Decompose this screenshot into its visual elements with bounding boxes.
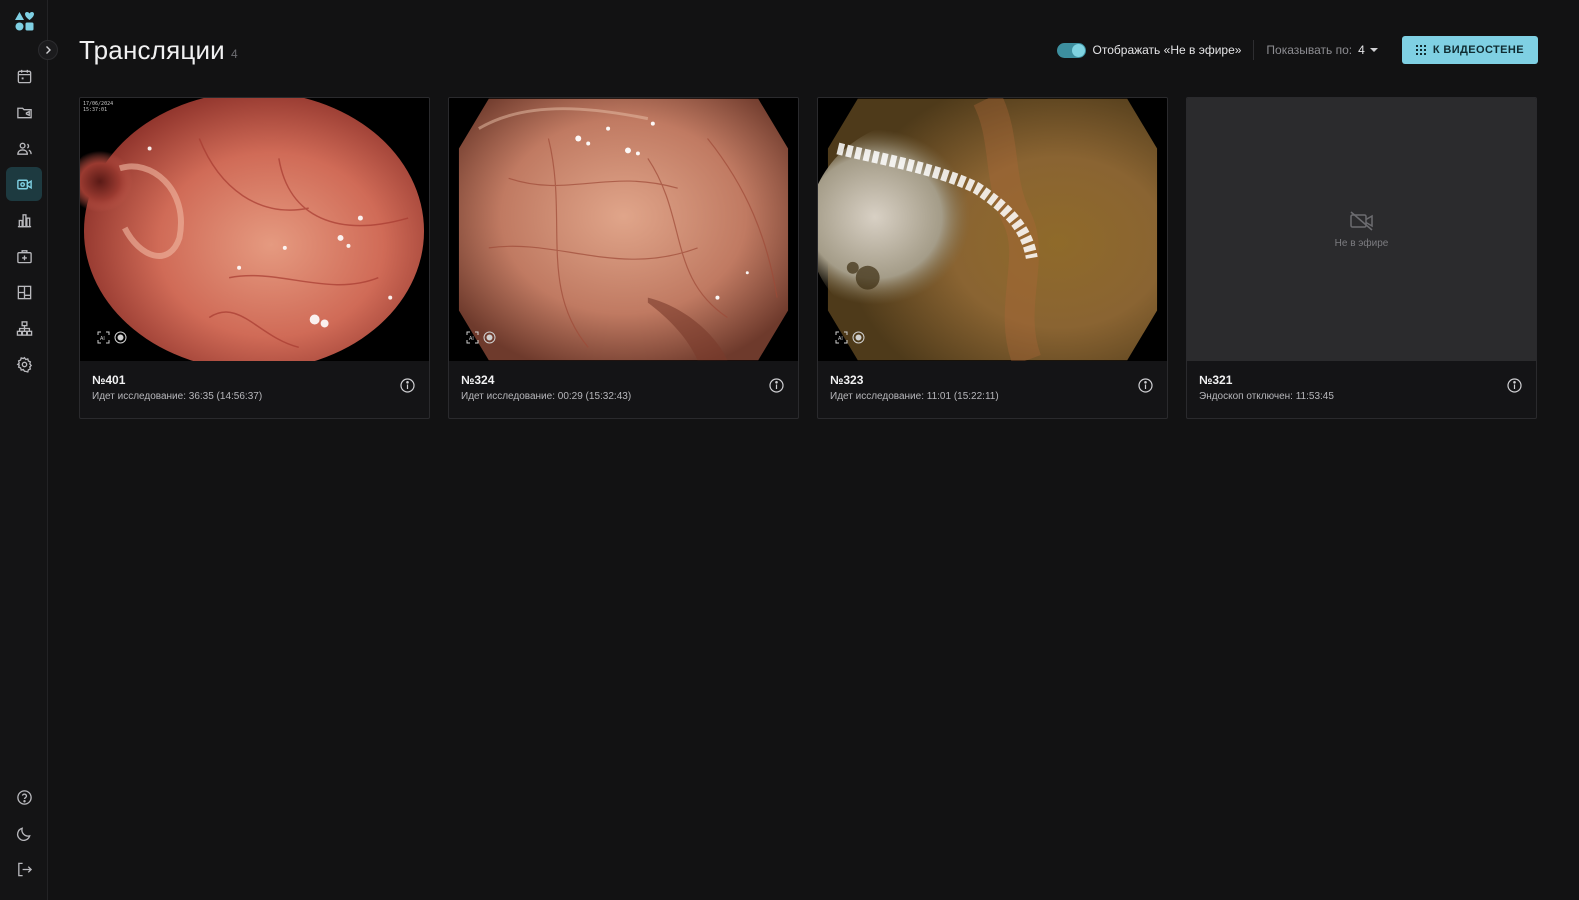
sidebar-expand-button[interactable] (38, 40, 58, 60)
stream-meta: №401 Идет исследование: 36:35 (14:56:37) (80, 361, 429, 418)
ai-scan-icon[interactable]: AI (97, 331, 110, 344)
sidebar-item-settings[interactable] (6, 347, 42, 381)
sidebar (0, 0, 48, 900)
stream-video[interactable]: 17/06/2024 15:37:01 AI (80, 98, 429, 361)
record-icon[interactable] (114, 331, 127, 344)
app-root: Трансляции 4 Отображать «Не в эфире» Пок… (0, 0, 1579, 900)
stream-status: Идет исследование: 36:35 (14:56:37) (92, 391, 263, 402)
sidebar-item-theme[interactable] (6, 816, 42, 850)
record-icon[interactable] (852, 331, 865, 344)
svg-text:AI: AI (100, 336, 105, 342)
stream-meta: №321 Эндоскоп отключен: 11:53:45 (1187, 361, 1536, 418)
gear-icon (16, 356, 32, 373)
video-off-icon (1349, 211, 1373, 231)
sidebar-item-structure[interactable] (6, 311, 42, 345)
stream-meta: №323 Идет исследование: 11:01 (15:22:11) (818, 361, 1167, 418)
sidebar-item-statistics[interactable] (6, 203, 42, 237)
video-wall-button[interactable]: К ВИДЕОСТЕНЕ (1401, 36, 1538, 64)
svg-text:AI: AI (838, 336, 843, 342)
calendar-icon (17, 69, 31, 83)
stream-status: Эндоскоп отключен: 11:53:45 (1199, 391, 1334, 402)
page-title: Трансляции (79, 35, 225, 65)
stream-card[interactable]: 17/06/2024 15:37:01 AI №401 Идет исследо… (79, 97, 430, 419)
stream-grid: 17/06/2024 15:37:01 AI №401 Идет исследо… (79, 97, 1537, 419)
stream-card[interactable]: AI №324 Идет исследование: 00:29 (15:32:… (448, 97, 799, 419)
logout-icon (17, 862, 32, 876)
moon-icon (16, 826, 31, 841)
stream-title: №324 (461, 373, 495, 387)
overlay-icons: AI (466, 331, 496, 344)
svg-text:AI: AI (469, 336, 474, 342)
layout-icon (17, 285, 31, 299)
sidebar-item-rooms[interactable] (6, 275, 42, 309)
stream-title: №401 (92, 373, 126, 387)
caret-down-icon (1369, 48, 1378, 52)
stream-meta: №324 Идет исследование: 00:29 (15:32:43) (449, 361, 798, 418)
show-by-label: Показывать по: (1266, 43, 1353, 57)
info-icon[interactable] (769, 378, 784, 393)
overlay-icons: AI (97, 331, 127, 344)
ai-scan-icon[interactable]: AI (835, 331, 848, 344)
stream-title: №323 (830, 373, 864, 387)
stream-status: Идет исследование: 00:29 (15:32:43) (461, 391, 632, 402)
stream-title: №321 (1199, 373, 1233, 387)
overlay-icons: AI (835, 331, 865, 344)
info-icon[interactable] (400, 378, 415, 393)
sidebar-item-patients[interactable] (6, 131, 42, 165)
endoscopy-frame (818, 98, 1167, 361)
grid-icon (1415, 45, 1426, 55)
overlay-datetime: 17/06/2024 15:37:01 (83, 101, 113, 113)
stream-video-offline: Не в эфире (1187, 98, 1536, 361)
show-offline-label: Отображать «Не в эфире» (1092, 43, 1242, 57)
toolbar: Отображать «Не в эфире» Показывать по: 4… (1056, 36, 1538, 64)
stream-status: Идет исследование: 11:01 (15:22:11) (830, 391, 999, 402)
sidebar-item-streams[interactable] (6, 167, 42, 201)
chart-icon (17, 213, 31, 227)
stream-card[interactable]: Не в эфире №321 Эндоскоп отключен: 11:53… (1186, 97, 1537, 419)
sidebar-item-logout[interactable] (6, 852, 42, 886)
medkit-icon (16, 249, 32, 263)
show-offline-toggle[interactable] (1056, 42, 1086, 58)
folder-icon (16, 107, 32, 118)
endoscopy-frame (449, 98, 798, 361)
hierarchy-icon (16, 320, 32, 336)
app-logo[interactable] (13, 10, 35, 32)
sidebar-item-help[interactable] (6, 780, 42, 814)
sidebar-item-equipment[interactable] (6, 239, 42, 273)
show-by-value: 4 (1358, 43, 1365, 57)
stream-count: 4 (231, 47, 238, 61)
offline-label: Не в эфире (1334, 238, 1389, 249)
users-icon (16, 142, 32, 155)
stream-video[interactable]: AI (449, 98, 798, 361)
chevron-right-icon (46, 46, 51, 54)
toolbar-divider (1253, 40, 1255, 60)
video-icon (16, 179, 32, 189)
help-icon (16, 789, 32, 805)
ai-scan-icon[interactable]: AI (466, 331, 479, 344)
record-icon[interactable] (483, 331, 496, 344)
sidebar-item-schedule[interactable] (6, 59, 42, 93)
stream-video[interactable]: AI (818, 98, 1167, 361)
endoscopy-frame (80, 98, 429, 361)
video-wall-button-label: К ВИДЕОСТЕНЕ (1432, 44, 1524, 56)
overlay-time: 15:37:01 (83, 107, 108, 113)
info-icon[interactable] (1138, 378, 1153, 393)
sidebar-item-archive[interactable] (6, 95, 42, 129)
stream-card[interactable]: AI №323 Идет исследование: 11:01 (15:22:… (817, 97, 1168, 419)
info-icon[interactable] (1507, 378, 1522, 393)
show-by-select[interactable]: 4 (1358, 43, 1378, 57)
